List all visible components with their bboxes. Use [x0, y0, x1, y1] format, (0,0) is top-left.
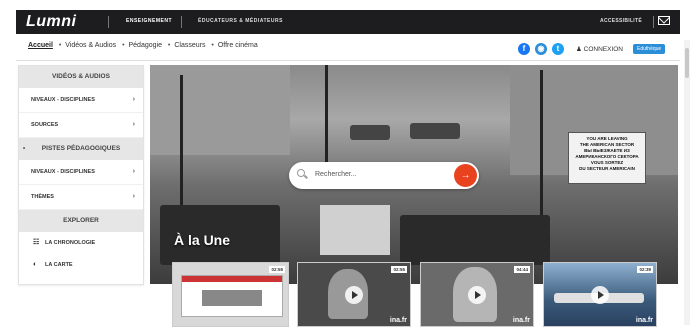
subnav-videos-audios[interactable]: Vidéos & Audios — [65, 42, 116, 49]
scrollbar[interactable] — [684, 40, 690, 325]
video-thumbnail[interactable]: 02:55 — [172, 262, 289, 327]
edutheque-badge[interactable]: Eduthèque — [633, 44, 666, 54]
sidebar: VIDÉOS & AUDIOS NIVEAUX - DISCIPLINES › S… — [18, 65, 144, 285]
sidebar-header-videos-audios[interactable]: VIDÉOS & AUDIOS — [19, 66, 143, 88]
play-icon[interactable] — [591, 285, 609, 304]
duration-badge: 04:44 — [514, 266, 530, 273]
ina-logo: ina.fr — [635, 317, 653, 324]
ina-logo: ina.fr — [512, 317, 530, 324]
bullet-icon: • — [23, 146, 26, 152]
subnav-classeurs[interactable]: Classeurs — [174, 42, 205, 49]
lumni-logo[interactable]: Lumni — [26, 13, 77, 31]
search-input[interactable]: Rechercher... — [315, 171, 357, 178]
chevron-right-icon: › — [132, 193, 135, 200]
sub-navigation: Accueil • Vidéos & Audios • Pédagogie • … — [28, 42, 258, 49]
sidebar-item-themes[interactable]: THÈMES › — [19, 185, 143, 210]
top-navbar: Lumni ENSEIGNEMENT ÉDUCATEURS & MÉDIATEU… — [16, 10, 680, 34]
chevron-right-icon: › — [132, 96, 135, 103]
sector-sign: YOU ARE LEAVING THE AMERICAN SECTOR ВЫ В… — [568, 132, 646, 184]
tank — [400, 215, 550, 265]
tank — [350, 125, 390, 140]
mail-icon[interactable] — [658, 16, 670, 25]
building — [150, 65, 290, 155]
video-thumbnail[interactable]: 02:39 ina.fr — [543, 262, 657, 327]
sidebar-item-sources[interactable]: SOURCES › — [19, 113, 143, 138]
facebook-icon[interactable]: f — [518, 43, 530, 55]
divider — [16, 60, 680, 61]
video-thumbnail[interactable]: 02:55 ina.fr — [297, 262, 411, 327]
user-icon: ♟ — [576, 46, 582, 53]
duration-badge: 02:55 — [269, 266, 285, 273]
scrollbar-thumb[interactable] — [685, 48, 689, 78]
twitter-icon[interactable]: t — [552, 43, 564, 55]
play-icon[interactable] — [345, 285, 363, 304]
divider — [653, 16, 654, 28]
explore-carte[interactable]: ◐ LA CARTE — [19, 254, 143, 276]
connexion-link[interactable]: ♟ CONNEXION — [576, 45, 623, 53]
nav-enseignement[interactable]: ENSEIGNEMENT — [126, 18, 172, 24]
search-submit-button[interactable]: → — [454, 164, 477, 187]
nav-educateurs[interactable]: ÉDUCATEURS & MÉDIATEURS — [198, 18, 283, 24]
subnav-pedagogie[interactable]: Pédagogie — [128, 42, 161, 49]
duration-badge: 02:55 — [391, 266, 407, 273]
search-icon — [297, 169, 305, 177]
checkpoint-booth — [320, 205, 390, 255]
timeline-icon: ☷ — [33, 239, 40, 246]
play-icon[interactable] — [468, 285, 486, 304]
ina-logo: ina.fr — [389, 317, 407, 324]
chevron-right-icon: › — [132, 121, 135, 128]
screen-preview — [181, 275, 283, 317]
accessibility-link[interactable]: ACCESSIBILITÉ — [600, 18, 642, 24]
duration-badge: 02:39 — [637, 266, 653, 273]
sidebar-item-niveaux-disciplines[interactable]: NIVEAUX - DISCIPLINES › — [19, 88, 143, 113]
sidebar-item-niveaux-disciplines-2[interactable]: NIVEAUX - DISCIPLINES › — [19, 160, 143, 185]
pole — [180, 75, 183, 225]
search-bar[interactable]: Rechercher... → — [289, 162, 479, 189]
a-la-une-heading: À la Une — [174, 232, 231, 248]
subnav-accueil[interactable]: Accueil — [28, 42, 53, 49]
explore-chronologie[interactable]: ☷ LA CHRONOLOGIE — [19, 232, 143, 254]
globe-icon: ◐ — [33, 261, 38, 268]
chevron-right-icon: › — [132, 168, 135, 175]
divider — [108, 16, 109, 28]
sidebar-header-pistes-pedagogiques[interactable]: • PISTES PÉDAGOGIQUES — [19, 138, 143, 160]
video-thumbnail[interactable]: 04:44 ina.fr — [420, 262, 534, 327]
subnav-offre-cinema[interactable]: Offre cinéma — [218, 42, 258, 49]
sidebar-header-explorer[interactable]: EXPLORER — [19, 210, 143, 232]
messenger-icon[interactable]: ◉ — [535, 43, 547, 55]
divider — [181, 16, 182, 28]
tank — [410, 123, 460, 139]
